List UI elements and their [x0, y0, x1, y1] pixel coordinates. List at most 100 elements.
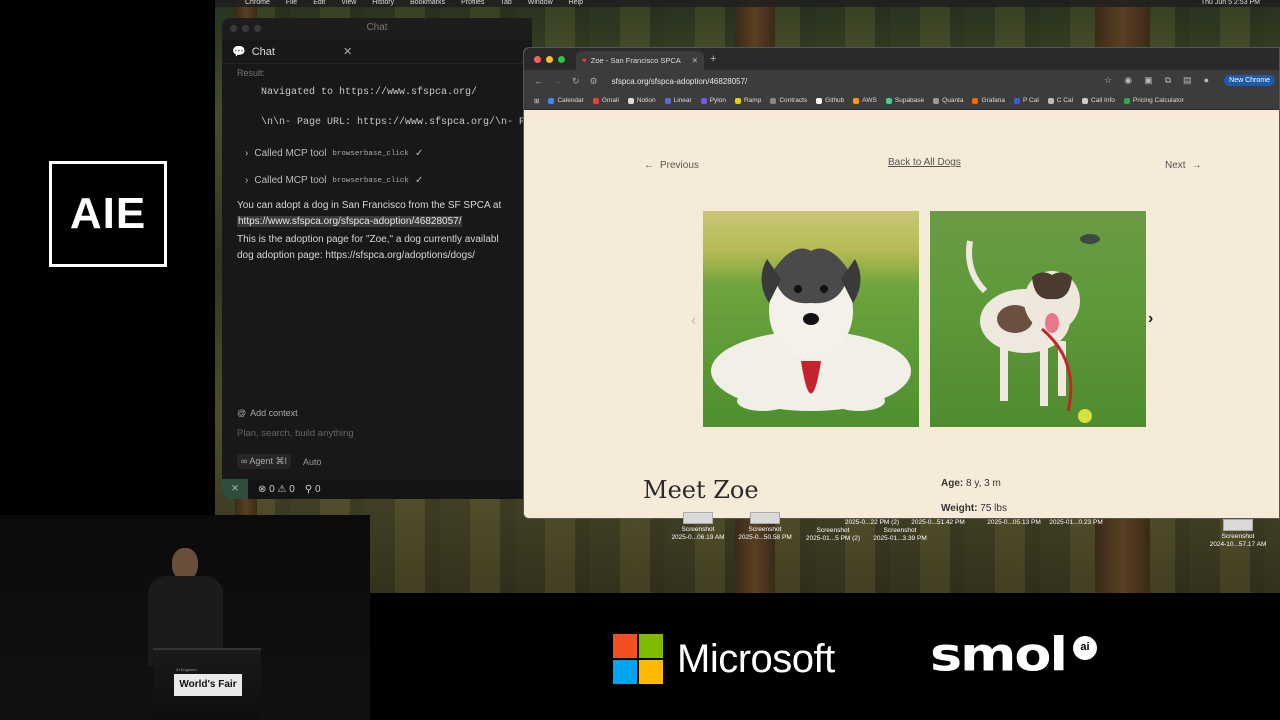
site-info-icon[interactable]: ⚙	[590, 76, 598, 87]
agent-shortcut: ⌘I	[275, 456, 287, 466]
tool-call-row[interactable]: › Called MCP tool browserbase_click ✓	[237, 175, 532, 186]
menu-item[interactable]: Chrome	[245, 0, 270, 7]
dog-photo-lying[interactable]	[703, 211, 919, 427]
bookmark-label: C Cal	[1056, 97, 1074, 104]
next-link[interactable]: Next →	[1165, 160, 1202, 171]
menu-item[interactable]: Tab	[500, 0, 511, 7]
bookmark-item[interactable]: Github	[816, 97, 844, 104]
desktop-file[interactable]: Screenshot 2025-0...06.19 AM	[668, 512, 728, 542]
menu-item[interactable]: Window	[528, 0, 553, 7]
menu-item[interactable]: Profiles	[461, 0, 484, 7]
bookmark-item[interactable]: Gmail	[592, 97, 619, 104]
dog-photo-standing[interactable]	[930, 211, 1146, 427]
desktop-file-partial[interactable]: 2025-0...51.42 PM	[908, 519, 968, 527]
age-value: 8 y, 3 m	[966, 478, 1001, 489]
menu-item[interactable]: Help	[569, 0, 583, 7]
bookmark-favicon-icon	[592, 97, 599, 104]
weight-value: 75 lbs	[980, 503, 1007, 514]
file-date: 2025-0...06.19 AM	[671, 534, 725, 541]
desktop-file-partial[interactable]: 2025-0...05.13 PM	[984, 519, 1044, 527]
bookmark-star-icon[interactable]: ☆	[1104, 75, 1112, 86]
menu-item[interactable]: Edit	[313, 0, 325, 7]
model-selector[interactable]: Auto	[303, 457, 322, 467]
answer-link-text[interactable]: https://www.sfspca.org/sfspca-adoption/4…	[237, 216, 463, 227]
chat-tab[interactable]: 💬 Chat ✕	[222, 40, 532, 64]
extensions-puzzle-icon[interactable]: ⧉	[1165, 75, 1171, 86]
add-context-label: Add context	[250, 408, 298, 418]
bookmark-favicon-icon	[700, 97, 707, 104]
close-window-icon[interactable]	[534, 56, 541, 63]
bookmark-favicon-icon	[816, 97, 823, 104]
add-context-button[interactable]: @ Add context	[237, 408, 517, 418]
navigated-output: Navigated to https://www.sfspca.org/	[261, 87, 478, 98]
minimize-window-icon[interactable]	[546, 56, 553, 63]
chat-input[interactable]: Plan, search, build anything	[237, 428, 517, 439]
desktop-file[interactable]: Screenshot 2025-01...3.39 PM	[870, 527, 930, 543]
file-date: 2025-01...0.23 PM	[1049, 519, 1103, 526]
bookmark-item[interactable]: Pricing Calculator	[1123, 97, 1184, 104]
bookmark-item[interactable]: Notion	[627, 97, 656, 104]
menu-item[interactable]: Bookmarks	[410, 0, 445, 7]
desktop-file[interactable]: Screenshot 2024-10...57.17 AM	[1208, 519, 1268, 549]
desktop-file[interactable]: Screenshot 2025-01...5 PM (2)	[803, 527, 863, 543]
bookmark-favicon-icon	[933, 97, 940, 104]
address-bar[interactable]: sfspca.org/sfspca-adoption/46828057/	[612, 77, 748, 86]
next-label: Next	[1165, 160, 1186, 171]
bookmark-item[interactable]: Calendar	[548, 97, 584, 104]
new-chrome-button[interactable]: New Chrome	[1224, 75, 1275, 86]
close-icon[interactable]: ✕	[343, 45, 352, 58]
extension-icon[interactable]: ▣	[1144, 75, 1153, 86]
bookmark-item[interactable]: P Cal	[1013, 97, 1039, 104]
bookmark-item[interactable]: Pylon	[700, 97, 726, 104]
sidepanel-icon[interactable]: ▤	[1183, 75, 1192, 86]
bookmark-item[interactable]: Ramp	[734, 97, 761, 104]
zoom-window-icon[interactable]	[558, 56, 565, 63]
bookmark-item[interactable]: Call Info	[1082, 97, 1115, 104]
file-date: 2024-10...57.17 AM	[1209, 541, 1267, 548]
answer-line: dog adoption page: https://sfspca.org/ad…	[237, 250, 475, 261]
profile-icon[interactable]: ●	[1204, 75, 1209, 86]
problems-indicator[interactable]: ⊗ 0 ⚠ 0	[258, 484, 295, 495]
bookmark-item[interactable]: Contracts	[770, 97, 807, 104]
tab-title: Zoe - San Francisco SPCA	[590, 56, 681, 65]
menubar-clock[interactable]: Thu Jun 5 2:53 PM	[1201, 0, 1260, 6]
tool-call-row[interactable]: › Called MCP tool browserbase_click ✓	[237, 148, 532, 159]
bookmark-item[interactable]: Supabase	[885, 97, 924, 104]
chrome-window: ♥ Zoe - San Francisco SPCA ✕ + ← → ↻ ⚙ s…	[523, 47, 1280, 519]
answer-link[interactable]: https://www.sfspca.org/sfspca-adoption/4…	[237, 214, 532, 230]
back-icon[interactable]: ←	[534, 76, 543, 86]
new-tab-icon[interactable]: +	[710, 53, 716, 65]
reload-icon[interactable]: ↻	[572, 76, 580, 87]
desktop-file-partial[interactable]: 2025-01...0.23 PM	[1046, 519, 1106, 527]
remote-icon[interactable]: ⨯	[222, 479, 248, 499]
agent-mode-selector[interactable]: ∞ Agent ⌘I	[237, 454, 291, 469]
file-thumbnail	[683, 512, 713, 524]
bookmark-item[interactable]: Grafana	[972, 97, 1005, 104]
desktop-file-partial[interactable]: 2025-0...22 PM (2)	[842, 519, 902, 527]
menu-item[interactable]: File	[286, 0, 297, 7]
close-tab-icon[interactable]: ✕	[692, 56, 698, 65]
bookmark-item[interactable]: AWS	[853, 97, 877, 104]
desktop-file[interactable]: Screenshot 2025-0...50.58 PM	[735, 512, 795, 542]
video-frame: AIE Chrome File Edit View History Bookma…	[0, 0, 1280, 720]
forward-icon[interactable]: →	[553, 76, 562, 86]
aie-logo: AIE	[49, 161, 167, 267]
carousel-prev-icon[interactable]: ‹	[691, 312, 696, 330]
browser-tab[interactable]: ♥ Zoe - San Francisco SPCA ✕	[576, 51, 704, 70]
bookmark-favicon-icon	[770, 97, 777, 104]
extension-icon[interactable]: ◉	[1124, 75, 1132, 86]
bookmark-item[interactable]: Linear	[664, 97, 692, 104]
chat-tab-label: Chat	[251, 45, 275, 58]
back-to-all-dogs-link[interactable]: Back to All Dogs	[888, 157, 961, 168]
menu-item[interactable]: View	[341, 0, 356, 7]
ports-indicator[interactable]: ⚲ 0	[305, 484, 321, 495]
apps-grid-icon[interactable]: ⊞	[534, 97, 539, 105]
microsoft-logo-icon	[613, 634, 663, 684]
bookmark-label: Pricing Calculator	[1132, 97, 1184, 104]
bookmark-item[interactable]: Quanta	[933, 97, 963, 104]
previous-link[interactable]: ← Previous	[644, 160, 699, 171]
menu-item[interactable]: History	[372, 0, 394, 7]
bookmark-item[interactable]: C Cal	[1047, 97, 1074, 104]
carousel-next-icon[interactable]: ›	[1148, 310, 1153, 328]
bookmark-favicon-icon	[1082, 97, 1089, 104]
